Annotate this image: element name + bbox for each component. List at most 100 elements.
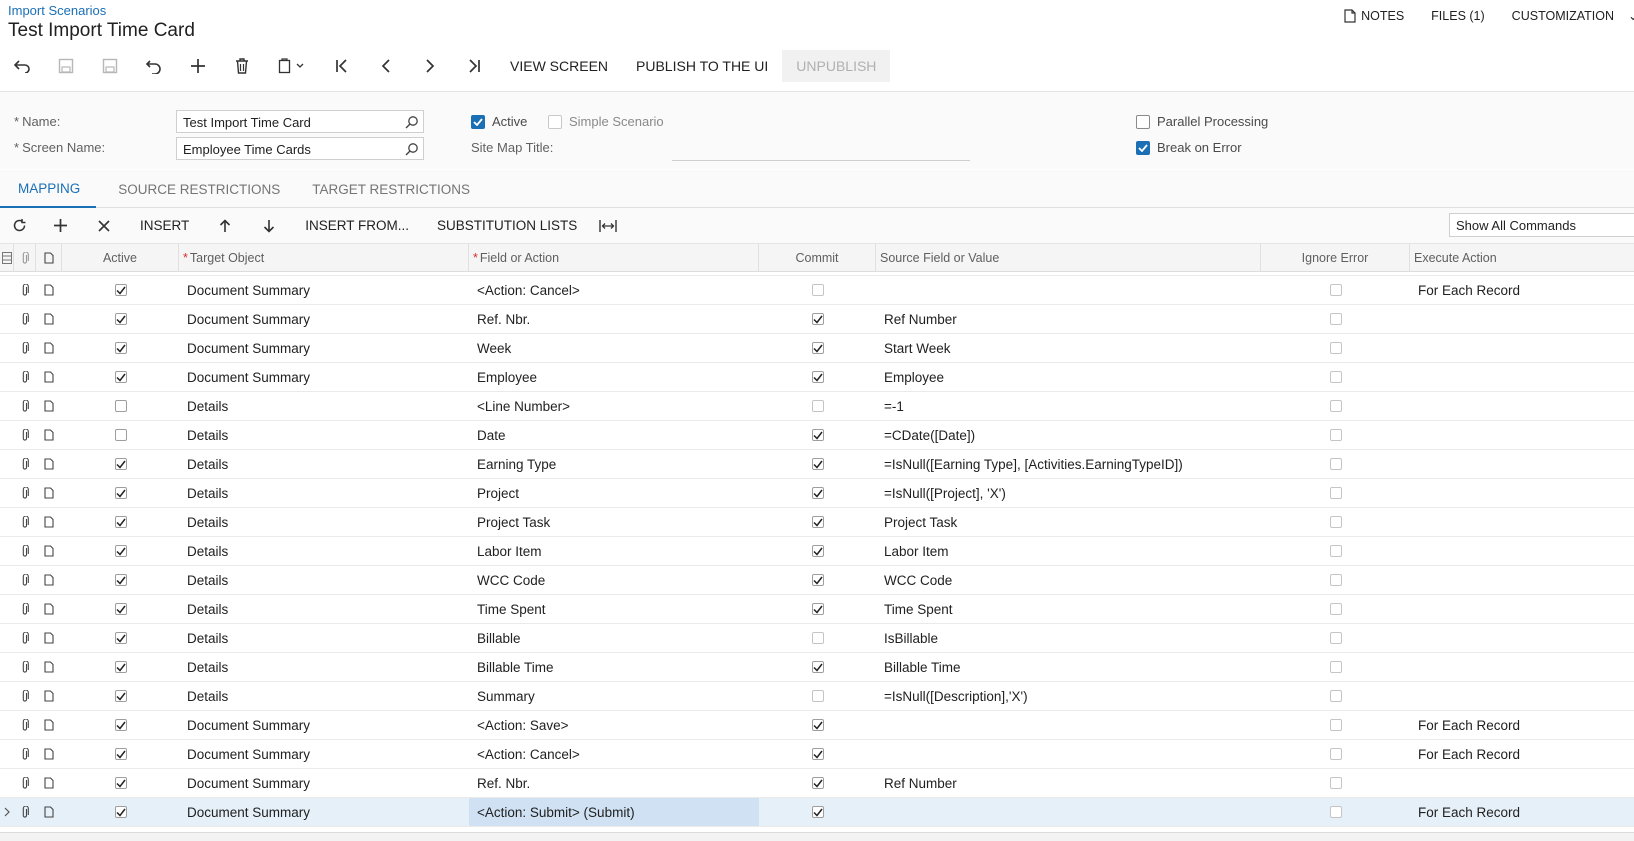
note-icon[interactable]	[36, 334, 62, 362]
row-field-or-action[interactable]: Billable Time	[469, 653, 759, 681]
row-source-field[interactable]: Billable Time	[876, 653, 1261, 681]
row-field-or-action[interactable]: Ref. Nbr.	[469, 769, 759, 797]
attachment-icon[interactable]	[14, 566, 36, 594]
row-source-field[interactable]: Employee	[876, 363, 1261, 391]
row-ignore-error-checkbox[interactable]	[1261, 334, 1410, 362]
note-icon[interactable]	[36, 421, 62, 449]
row-active-checkbox[interactable]	[62, 305, 179, 333]
row-ignore-error-checkbox[interactable]	[1261, 682, 1410, 710]
move-down-icon[interactable]	[247, 208, 291, 244]
row-ignore-error-checkbox[interactable]	[1261, 740, 1410, 768]
row-source-field[interactable]: Project Task	[876, 508, 1261, 536]
row-execute-action[interactable]	[1410, 508, 1634, 536]
row-execute-action[interactable]: For Each Record	[1410, 711, 1634, 739]
break-on-error-checkbox[interactable]: Break on Error	[1136, 140, 1242, 155]
undo-icon[interactable]	[132, 48, 176, 84]
table-row[interactable]: Details Project Task Project Task	[0, 508, 1634, 537]
row-ignore-error-checkbox[interactable]	[1261, 653, 1410, 681]
screen-name-field[interactable]: Employee Time Cards	[176, 137, 424, 160]
column-source-field[interactable]: Source Field or Value	[876, 244, 1261, 272]
add-icon[interactable]	[176, 48, 220, 84]
note-icon[interactable]	[36, 276, 62, 304]
table-row[interactable]: Document Summary <Action: Submit> (Submit…	[0, 798, 1634, 827]
table-row[interactable]: Document Summary <Action: Cancel> For Each…	[0, 740, 1634, 769]
row-field-or-action[interactable]: Week	[469, 334, 759, 362]
row-active-checkbox[interactable]	[62, 595, 179, 623]
name-field[interactable]: Test Import Time Card	[176, 110, 424, 133]
row-active-checkbox[interactable]	[62, 479, 179, 507]
row-source-field[interactable]: IsBillable	[876, 624, 1261, 652]
note-icon[interactable]	[36, 537, 62, 565]
row-target-object[interactable]: Document Summary	[179, 334, 469, 362]
row-execute-action[interactable]	[1410, 682, 1634, 710]
table-row[interactable]: Details Summary =IsNull([Description],'X')	[0, 682, 1634, 711]
row-active-checkbox[interactable]	[62, 769, 179, 797]
attachment-icon[interactable]	[14, 595, 36, 623]
attachment-icon[interactable]	[14, 711, 36, 739]
attachment-icon[interactable]	[14, 653, 36, 681]
note-icon[interactable]	[36, 798, 62, 826]
row-source-field[interactable]: =IsNull([Description],'X')	[876, 682, 1261, 710]
note-icon[interactable]	[36, 682, 62, 710]
row-ignore-error-checkbox[interactable]	[1261, 566, 1410, 594]
row-commit-checkbox[interactable]	[759, 276, 876, 304]
fit-columns-icon[interactable]	[591, 208, 625, 244]
row-ignore-error-checkbox[interactable]	[1261, 508, 1410, 536]
back-icon[interactable]	[0, 48, 44, 84]
row-execute-action[interactable]	[1410, 392, 1634, 420]
commands-filter-select[interactable]: Show All Commands	[1449, 213, 1634, 237]
more-caret-icon[interactable]: ⌄	[1628, 8, 1634, 23]
table-row[interactable]: Details Billable Time Billable Time	[0, 653, 1634, 682]
attachment-icon[interactable]	[14, 305, 36, 333]
row-active-checkbox[interactable]	[62, 363, 179, 391]
row-target-object[interactable]: Details	[179, 566, 469, 594]
row-execute-action[interactable]	[1410, 479, 1634, 507]
attachment-icon[interactable]	[14, 276, 36, 304]
row-active-checkbox[interactable]	[62, 740, 179, 768]
active-checkbox[interactable]: Active	[471, 114, 527, 129]
row-ignore-error-checkbox[interactable]	[1261, 595, 1410, 623]
publish-button[interactable]: PUBLISH TO THE UI	[622, 50, 782, 82]
previous-record-icon[interactable]	[364, 48, 408, 84]
row-source-field[interactable]	[876, 798, 1261, 826]
row-target-object[interactable]: Details	[179, 537, 469, 565]
row-active-checkbox[interactable]	[62, 566, 179, 594]
row-ignore-error-checkbox[interactable]	[1261, 450, 1410, 478]
row-active-checkbox[interactable]	[62, 798, 179, 826]
row-target-object[interactable]: Document Summary	[179, 769, 469, 797]
row-active-checkbox[interactable]	[62, 392, 179, 420]
row-target-object[interactable]: Details	[179, 421, 469, 449]
row-commit-checkbox[interactable]	[759, 711, 876, 739]
row-ignore-error-checkbox[interactable]	[1261, 276, 1410, 304]
row-active-checkbox[interactable]	[62, 653, 179, 681]
search-icon[interactable]	[405, 115, 419, 129]
row-source-field[interactable]: Ref Number	[876, 769, 1261, 797]
note-icon[interactable]	[36, 769, 62, 797]
table-row[interactable]: Document Summary Week Start Week	[0, 334, 1634, 363]
attachment-icon[interactable]	[14, 392, 36, 420]
row-source-field[interactable]: =-1	[876, 392, 1261, 420]
note-icon[interactable]	[36, 305, 62, 333]
row-commit-checkbox[interactable]	[759, 769, 876, 797]
notes-button[interactable]: NOTES	[1344, 9, 1404, 23]
substitution-lists-button[interactable]: SUBSTITUTION LISTS	[423, 208, 591, 244]
note-icon[interactable]	[36, 711, 62, 739]
files-button[interactable]: FILES (1)	[1431, 9, 1485, 23]
row-commit-checkbox[interactable]	[759, 479, 876, 507]
row-active-checkbox[interactable]	[62, 508, 179, 536]
row-field-or-action[interactable]: Billable	[469, 624, 759, 652]
tab-source-restrictions[interactable]: SOURCE RESTRICTIONS	[102, 170, 296, 208]
attachment-icon[interactable]	[14, 421, 36, 449]
insert-button[interactable]: INSERT	[126, 208, 203, 244]
row-source-field[interactable]: Time Spent	[876, 595, 1261, 623]
row-commit-checkbox[interactable]	[759, 798, 876, 826]
row-ignore-error-checkbox[interactable]	[1261, 363, 1410, 391]
table-row[interactable]: Document Summary <Action: Cancel> For Each…	[0, 276, 1634, 305]
row-field-or-action[interactable]: Ref. Nbr.	[469, 305, 759, 333]
clipboard-menu-icon[interactable]	[264, 48, 320, 84]
row-target-object[interactable]: Document Summary	[179, 363, 469, 391]
row-active-checkbox[interactable]	[62, 537, 179, 565]
parallel-processing-checkbox[interactable]: Parallel Processing	[1136, 114, 1268, 129]
attachment-icon[interactable]	[14, 334, 36, 362]
note-icon[interactable]	[36, 653, 62, 681]
